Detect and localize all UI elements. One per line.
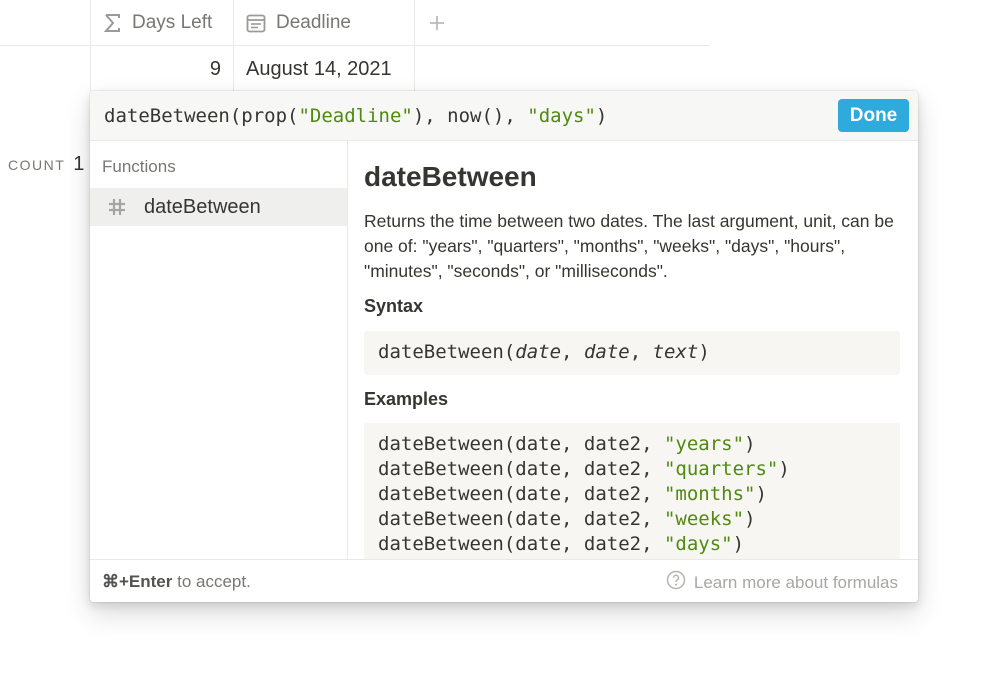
column-header-label: Deadline — [276, 12, 351, 33]
syntax-fn-name: dateBetween( — [378, 341, 516, 363]
formula-code-token: ) — [595, 105, 608, 127]
functions-section-label: Functions — [102, 157, 176, 176]
count-value: 1 — [73, 153, 85, 175]
example-line: dateBetween(date, date2, "years") — [378, 432, 790, 457]
formula-code-token: ), now(), — [412, 105, 528, 127]
example-unit-arg: "quarters" — [663, 458, 779, 480]
doc-title: dateBetween — [364, 161, 537, 192]
functions-list: Functions dateBetween — [90, 141, 348, 559]
function-item-label: dateBetween — [144, 195, 261, 218]
doc-description: Returns the time between two dates. The … — [364, 211, 894, 281]
accept-hint-text: to accept. — [172, 572, 251, 591]
example-code: dateBetween(date, date2, — [378, 483, 664, 505]
syntax-separator: , — [561, 341, 584, 363]
formula-input[interactable]: dateBetween(prop("Deadline"), now(), "da… — [104, 105, 607, 127]
examples-list: dateBetween(date, date2, "years") dateBet… — [378, 432, 790, 557]
hash-icon — [107, 197, 127, 217]
calendar-icon — [246, 13, 266, 33]
syntax-arg: date — [515, 341, 562, 363]
function-docs: dateBetween Returns the time between two… — [348, 141, 918, 559]
count-summary[interactable]: COUNT 1 — [8, 153, 84, 176]
example-code: dateBetween(date, date2, — [378, 508, 664, 530]
shortcut-keys: ⌘+Enter — [102, 572, 173, 591]
formula-code-token: dateBetween(prop( — [104, 105, 299, 127]
plus-icon — [428, 14, 446, 32]
syntax-separator: , — [629, 341, 653, 363]
example-code: dateBetween(date, date2, — [378, 533, 664, 555]
add-column-button[interactable] — [428, 0, 446, 46]
example-unit-arg: "days" — [663, 533, 733, 555]
done-button[interactable]: Done — [838, 99, 909, 132]
example-unit-arg: "years" — [663, 433, 745, 455]
example-unit-arg: "months" — [663, 483, 756, 505]
syntax-close: ) — [698, 341, 710, 363]
learn-more-text: Learn more about formulas — [693, 572, 898, 592]
example-line: dateBetween(date, date2, "days") — [378, 532, 790, 557]
example-code: dateBetween(date, date2, — [378, 433, 664, 455]
formula-string-token: "Deadline" — [298, 105, 413, 127]
example-close: ) — [744, 508, 756, 530]
syntax-code: dateBetween(date, date, text) — [378, 340, 710, 365]
example-close: ) — [778, 458, 790, 480]
example-code: dateBetween(date, date2, — [378, 458, 664, 480]
example-close: ) — [744, 433, 756, 455]
count-label: COUNT — [8, 157, 66, 173]
accept-hint: ⌘+Enter to accept. — [102, 572, 251, 592]
cell-deadline[interactable]: August 14, 2021 — [246, 58, 392, 81]
syntax-code-block: dateBetween(date, date, text) — [364, 331, 900, 375]
sigma-icon — [104, 13, 122, 33]
learn-more-link[interactable]: Learn more about formulas — [666, 570, 898, 595]
examples-code-block: dateBetween(date, date2, "years") dateBet… — [364, 423, 900, 559]
formula-editor-popup: dateBetween(prop("Deadline"), now(), "da… — [90, 91, 918, 602]
example-unit-arg: "weeks" — [663, 508, 745, 530]
syntax-arg: text — [652, 341, 699, 363]
example-close: ) — [755, 483, 767, 505]
example-line: dateBetween(date, date2, "months") — [378, 482, 790, 507]
examples-heading: Examples — [364, 389, 449, 409]
formula-editor: dateBetween(prop("Deadline"), now(), "da… — [90, 91, 918, 141]
column-header-deadline[interactable]: Deadline — [246, 0, 351, 46]
column-header-days-left[interactable]: Days Left — [104, 0, 212, 46]
cell-days-left[interactable]: 9 — [210, 58, 221, 81]
column-header-label: Days Left — [132, 12, 213, 33]
popup-footer: ⌘+Enter to accept. Learn more about form… — [90, 559, 918, 602]
syntax-arg: date — [583, 341, 630, 363]
function-item-datebetween[interactable]: dateBetween — [90, 188, 347, 226]
example-close: ) — [732, 533, 745, 555]
question-circle-icon — [666, 570, 686, 595]
example-line: dateBetween(date, date2, "quarters") — [378, 457, 790, 482]
formula-string-token: "days" — [527, 105, 596, 127]
example-line: dateBetween(date, date2, "weeks") — [378, 507, 790, 532]
syntax-heading: Syntax — [364, 296, 424, 316]
